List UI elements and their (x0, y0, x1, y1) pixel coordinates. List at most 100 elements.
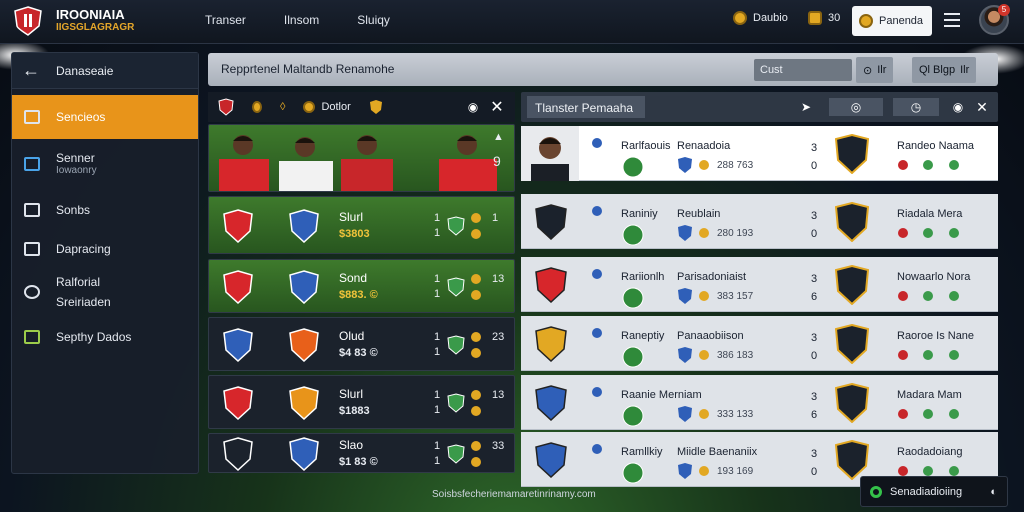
list-item[interactable]: Rarlfaouis Renaadoia 288 763 3 0 Randeo Naama (521, 126, 998, 181)
search-icon[interactable]: ◎ (829, 98, 883, 116)
list-item[interactable]: Raneptiy Panaaobiison 386 183 3 0 Raoroe Is N… (521, 316, 998, 371)
nav-item[interactable]: Sluiqy (357, 13, 390, 27)
coin-icon (471, 332, 481, 342)
table-row[interactable]: Slurl $3803 1 1 1 (208, 196, 515, 254)
badge-icon (898, 291, 908, 301)
sidebar: ← Danaseaie Sencieos Senner Iowaonry Son… (11, 52, 199, 474)
back-label: Danaseaie (56, 63, 114, 78)
stat-b: 0 (811, 160, 818, 172)
coin-icon (303, 101, 316, 113)
top-nav: Transer Ilnsom Sluiqy (205, 13, 390, 27)
player-name: Rarlfaouis (621, 140, 671, 152)
sidebar-item-ralforial[interactable]: Ralforial Sreiriaden (12, 275, 198, 309)
close-icon[interactable]: ✕ (973, 98, 991, 116)
sidebar-item-sencieos[interactable]: Sencieos (12, 95, 198, 139)
top-bar: IROONIAIA IIGSGLAGRAGR Transer Ilnsom Sl… (0, 0, 1024, 44)
coin-icon (859, 14, 873, 28)
gear-icon (24, 285, 40, 299)
list-item[interactable]: Raanie Merniam 333 133 3 6 Madara Mam (521, 375, 998, 430)
sort-button[interactable]: Ql Blgp Ilr (912, 57, 977, 83)
flag-icon (592, 387, 602, 397)
gems-balance[interactable]: 30 (808, 11, 840, 25)
badge-icon (923, 409, 933, 419)
badge-icon (369, 100, 382, 114)
coin-icon (471, 274, 481, 284)
squad-panel-header: ◊ Dotlor ◉ ✕ (208, 92, 515, 122)
wallet-label: Panenda (879, 15, 924, 27)
close-icon[interactable]: ✕ (488, 98, 506, 116)
player-portrait (521, 126, 579, 181)
table-row[interactable]: Olud $4 83 © 1 1 23 (208, 317, 515, 371)
search-title: Repprtenel Maltandb Renamohe (221, 62, 395, 76)
badge-icon (447, 393, 465, 413)
coin-icon (471, 290, 481, 300)
search-input[interactable]: Cust (754, 59, 852, 81)
badge-icon (923, 228, 933, 238)
coin-icon (471, 229, 481, 239)
status-button[interactable]: Senadiadioiing ◐ (860, 476, 1008, 507)
gems-value: 30 (828, 12, 841, 24)
table-row[interactable]: Sond $883. © 1 1 13 (208, 259, 515, 313)
badge-icon (923, 350, 933, 360)
avatar[interactable]: 5 (979, 4, 1010, 35)
brand-subtitle: IIGSGLAGRAGR (56, 22, 135, 33)
row-name: Slurl (339, 210, 364, 224)
tab-transfer[interactable]: Tlanster Pemaaha (527, 96, 645, 118)
coin-label: Daubio (753, 12, 788, 24)
club-crest-icon (622, 405, 644, 427)
checkbox-icon (24, 203, 40, 217)
sidebar-item-label: Ralforial (56, 275, 101, 289)
club-crest-icon (622, 156, 644, 178)
transfer-panel-header: Tlanster Pemaaha ➤ ◎ ◷ ◉ ✕ (521, 92, 998, 122)
nav-item[interactable]: Ilnsom (284, 13, 319, 27)
search-icon: ⊙ (863, 64, 873, 77)
row-stat-a: 1 (434, 389, 441, 401)
coin-icon (471, 213, 481, 223)
row-count: 13 (492, 389, 505, 401)
settings-icon[interactable]: ◉ (464, 98, 482, 116)
table-row[interactable]: Slao $1 83 © 1 1 33 (208, 433, 515, 473)
row-price: $4 83 © (339, 347, 378, 359)
back-button[interactable]: ← Danaseaie (12, 53, 198, 89)
row-price: $3803 (339, 228, 370, 240)
sidebar-item-label: Septhy Dados (56, 330, 132, 344)
filter-button[interactable]: ⊙ Ilr (856, 57, 894, 83)
shield-icon (678, 347, 692, 363)
footer-text: Soisbsfecheriemamaretinrinamy.com (432, 489, 596, 500)
list-item[interactable]: Rariionlh Parisadoniaist 383 157 3 6 Nowaarlo… (521, 257, 998, 312)
club-crest-icon (622, 346, 644, 368)
player-price: 193 169 (717, 466, 754, 477)
clock-icon[interactable]: ◷ (893, 98, 939, 116)
row-stat-b: 1 (434, 346, 441, 358)
club-crest-icon (622, 224, 644, 246)
stat-b: 6 (811, 291, 818, 303)
shield-icon (678, 288, 692, 304)
badge-icon (898, 228, 908, 238)
club-crest-icon (535, 442, 567, 478)
badge-icon (949, 291, 959, 301)
badge-icon (447, 335, 465, 355)
player-price: 288 763 (717, 160, 754, 171)
send-icon[interactable]: ➤ (797, 98, 815, 116)
search-bar: Repprtenel Maltandb Renamohe Cust ⊙ Ilr … (208, 53, 998, 86)
sidebar-item-septhy-dados[interactable]: Septhy Dados (12, 330, 198, 344)
table-row[interactable]: Slurl $1883 1 1 13 (208, 375, 515, 429)
player-name: Raneptiy (621, 330, 665, 342)
row-stat-b: 1 (434, 404, 441, 416)
list-item[interactable]: Raniniy Reublain 280 193 3 0 Riadala Mera (521, 194, 998, 249)
hamburger-menu-icon[interactable] (944, 13, 960, 27)
club-crest-icon (622, 462, 644, 484)
club-crest-icon (223, 209, 253, 243)
row-stat-b: 1 (434, 227, 441, 239)
nav-item[interactable]: Transer (205, 13, 246, 27)
sidebar-item-sonbs[interactable]: Sonbs (12, 203, 198, 217)
settings-icon[interactable]: ◉ (949, 98, 967, 116)
badge-icon (898, 466, 908, 476)
coin-balance[interactable]: Daubio (733, 11, 788, 25)
brand: IROONIAIA IIGSGLAGRAGR (56, 8, 134, 34)
sidebar-item-senner[interactable]: Senner Iowaonry (12, 151, 198, 176)
sidebar-item-dapracing[interactable]: Dapracing (12, 242, 198, 256)
flag-icon (592, 138, 602, 148)
wallet-button[interactable]: Panenda (852, 6, 932, 36)
coin-icon (471, 457, 481, 467)
